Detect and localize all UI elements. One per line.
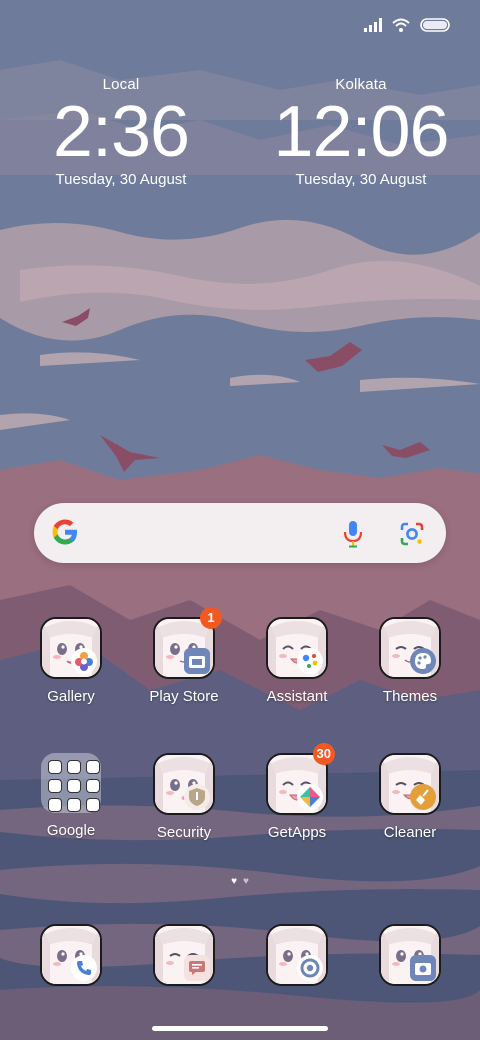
- gallery-badge-icon: [71, 648, 97, 674]
- google-logo-icon[interactable]: [50, 517, 80, 552]
- folder-app-thumb: [48, 779, 62, 793]
- phone-icon: [40, 924, 102, 986]
- google-lens-icon[interactable]: [399, 521, 425, 552]
- folder-app-thumb: [48, 760, 62, 774]
- app-label: Security: [156, 824, 212, 841]
- store-bag-icon: [184, 648, 210, 674]
- app-label: Assistant: [266, 688, 328, 705]
- dock-messages[interactable]: [134, 924, 234, 986]
- handset-icon: [71, 955, 97, 981]
- folder-app-thumb: [67, 760, 81, 774]
- clock-time: 2:36: [52, 92, 190, 172]
- folder-app-thumb: [86, 760, 100, 774]
- clock-time: 12:06: [273, 92, 449, 172]
- battery-icon: [420, 18, 450, 32]
- app-google-folder[interactable]: Google: [21, 753, 121, 839]
- kolkata-clock-widget[interactable]: Kolkata 12:06 Tuesday, 30 August: [268, 76, 454, 188]
- clock-date: Tuesday, 30 August: [55, 171, 187, 188]
- app-themes[interactable]: Themes: [360, 617, 460, 705]
- folder-app-thumb: [67, 779, 81, 793]
- assistant-dots-icon: [297, 648, 323, 674]
- app-assistant[interactable]: Assistant: [247, 617, 347, 705]
- security-icon: [153, 753, 215, 815]
- app-cleaner[interactable]: Cleaner: [360, 753, 460, 841]
- folder-app-thumb: [86, 779, 100, 793]
- microphone-icon[interactable]: [342, 520, 364, 553]
- signal-icon: [364, 18, 382, 32]
- getapps-diamond-icon: [297, 784, 323, 810]
- folder-app-thumb: [67, 798, 81, 812]
- broom-icon: [410, 784, 436, 810]
- page-dot-icon: ♥: [243, 876, 249, 887]
- app-label: Google: [46, 822, 96, 839]
- app-label: Cleaner: [383, 824, 437, 841]
- palette-icon: [410, 648, 436, 674]
- status-bar: [364, 18, 450, 32]
- page-dot-active-icon: ♥: [231, 876, 237, 887]
- gallery-icon: [40, 617, 102, 679]
- notification-badge: 1: [200, 607, 222, 629]
- messages-icon: [153, 924, 215, 986]
- browser-circle-icon: [297, 955, 323, 981]
- assistant-icon: [266, 617, 328, 679]
- app-label: Play Store: [149, 688, 219, 705]
- app-getapps[interactable]: 30 GetApps: [247, 743, 347, 841]
- wifi-icon: [392, 18, 410, 32]
- lens-aperture-icon: [410, 955, 436, 981]
- local-clock-widget[interactable]: Local 2:36 Tuesday, 30 August: [28, 76, 214, 188]
- chrome-icon: [266, 924, 328, 986]
- clock-date: Tuesday, 30 August: [295, 171, 427, 188]
- cleaner-icon: [379, 753, 441, 815]
- app-security[interactable]: Security: [134, 753, 234, 841]
- app-play-store[interactable]: 1 Play Store: [134, 607, 234, 705]
- themes-icon: [379, 617, 441, 679]
- folder-app-thumb: [48, 798, 62, 812]
- home-gesture-bar[interactable]: [152, 1026, 328, 1031]
- folder-app-thumb: [86, 798, 100, 812]
- app-label: Gallery: [47, 688, 95, 705]
- google-search-bar[interactable]: [34, 503, 446, 563]
- dock-camera[interactable]: [360, 924, 460, 986]
- dock-phone[interactable]: [21, 924, 121, 986]
- app-gallery[interactable]: Gallery: [21, 617, 121, 705]
- notification-badge: 30: [312, 743, 335, 765]
- app-label: GetApps: [267, 824, 327, 841]
- app-label: Themes: [382, 688, 438, 705]
- page-indicator[interactable]: ♥ ♥: [0, 876, 480, 887]
- shield-icon: [184, 784, 210, 810]
- chat-bubble-icon: [184, 955, 210, 981]
- folder-icon: [41, 753, 101, 813]
- camera-icon: [379, 924, 441, 986]
- dock-chrome[interactable]: [247, 924, 347, 986]
